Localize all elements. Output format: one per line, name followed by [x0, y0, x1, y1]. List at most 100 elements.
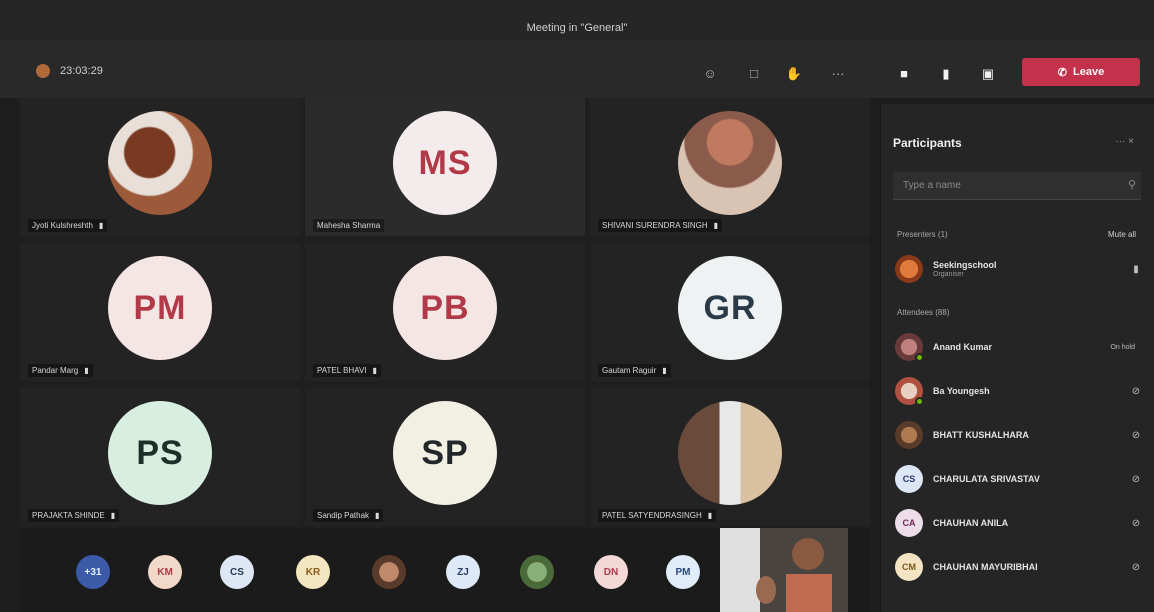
participant-tile[interactable]: PB PATEL BHAVI ▮ — [305, 243, 585, 381]
chat-icon[interactable]: □ — [744, 66, 764, 82]
mic-off-icon[interactable]: ⊘ — [1129, 518, 1143, 529]
participant-nameplate: SHIVANI SURENDRA SINGH ▮ — [598, 219, 723, 232]
status-dot-icon — [915, 397, 924, 406]
participant-nameplate: Gautam Raguir ▮ — [598, 364, 671, 377]
mic-icon: ▮ — [372, 366, 377, 375]
attendee-name: BHATT KUSHALHARA — [933, 430, 1029, 440]
presenters-section-label: Presenters (1) — [897, 230, 948, 239]
attendee-row[interactable]: CM CHAUHAN MAYURIBHAI ⊘ — [895, 550, 1143, 584]
participant-tile[interactable]: MS Mahesha Sharma — [305, 98, 585, 236]
participant-avatar: SP — [393, 401, 497, 505]
camera-icon[interactable]: ■ — [894, 66, 914, 82]
attendee-row[interactable]: Ba Youngesh ⊘ — [895, 374, 1143, 408]
meeting-timer: 23:03:29 — [36, 64, 103, 78]
participant-avatar: GR — [678, 256, 782, 360]
participant-strip: +31 KM CS KR ZJ DN PM — [20, 528, 870, 612]
participant-photo — [678, 111, 782, 215]
participant-photo — [678, 401, 782, 505]
participant-chip[interactable]: KR — [296, 555, 330, 589]
participant-chip[interactable]: ZJ — [446, 555, 480, 589]
mic-off-icon[interactable]: ⊘ — [1129, 562, 1143, 573]
participant-tile[interactable]: PS PRAJAKTA SHINDE ▮ — [20, 388, 300, 526]
presenter-role: Organiser — [933, 271, 964, 278]
people-icon[interactable]: ☺ — [700, 66, 720, 82]
timer-text: 23:03:29 — [60, 65, 103, 77]
mic-off-icon[interactable]: ⊘ — [1129, 386, 1143, 397]
participant-tile[interactable]: PATEL SATYENDRASINGH ▮ — [590, 388, 870, 526]
panel-title: Participants — [893, 136, 962, 150]
participant-nameplate: Sandip Pathak ▮ — [313, 509, 384, 522]
presenter-name: Seekingschool Organiser — [933, 260, 1129, 278]
attendee-name: CHAUHAN MAYURIBHAI — [933, 562, 1038, 572]
leave-button[interactable]: ✆ Leave — [1022, 58, 1140, 86]
participant-avatar — [895, 377, 924, 406]
presenter-row[interactable]: Seekingschool Organiser ▮ — [895, 252, 1143, 286]
participant-nameplate: PRAJAKTA SHINDE ▮ — [28, 509, 120, 522]
mic-icon: ▮ — [662, 366, 667, 375]
panel-actions[interactable]: ··· × — [1115, 136, 1134, 147]
attendee-name: Anand Kumar — [933, 342, 993, 352]
participant-nameplate: Mahesha Sharma — [313, 219, 385, 232]
participant-avatar: CA — [895, 509, 923, 537]
participant-chip[interactable]: KM — [148, 555, 182, 589]
mic-icon: ▮ — [713, 221, 719, 230]
search-icon: ⚲ — [1127, 179, 1136, 191]
participant-avatar: CM — [895, 553, 923, 581]
participant-search-input[interactable] — [893, 172, 1141, 200]
participant-avatar — [895, 421, 923, 449]
self-view-video[interactable] — [720, 528, 848, 612]
participant-chip[interactable]: PM — [666, 555, 700, 589]
participant-tile[interactable]: SP Sandip Pathak ▮ — [305, 388, 585, 526]
participants-panel: Participants ··· × ⚲ Presenters (1) Mute… — [880, 104, 1154, 612]
mic-icon: ▮ — [707, 511, 713, 520]
mic-icon[interactable]: ▮ — [1129, 264, 1143, 275]
attendee-name: CHAUHAN ANILA — [933, 518, 1009, 528]
participant-photo — [108, 111, 212, 215]
attendee-row[interactable]: CA CHAUHAN ANILA ⊘ — [895, 506, 1143, 540]
mic-icon: ▮ — [84, 366, 89, 375]
attendee-status-tag: On hold — [1110, 343, 1135, 351]
participant-nameplate: PATEL BHAVI ▮ — [313, 364, 381, 377]
mic-icon: ▮ — [375, 511, 380, 520]
participant-tile[interactable]: Jyoti Kulshreshth ▮ — [20, 98, 300, 236]
participant-chip[interactable] — [520, 555, 554, 589]
self-view-image — [720, 528, 848, 612]
more-icon[interactable]: ··· — [828, 66, 848, 82]
participant-avatar: PS — [108, 401, 212, 505]
mic-icon: ▮ — [98, 221, 104, 230]
recording-dot-icon — [36, 64, 50, 78]
mic-icon[interactable]: ▮ — [936, 66, 956, 82]
participant-avatar: MS — [393, 111, 497, 215]
mic-off-icon[interactable]: ⊘ — [1129, 474, 1143, 485]
participant-tile[interactable]: PM Pandar Marg ▮ — [20, 243, 300, 381]
mic-off-icon[interactable]: ⊘ — [1129, 430, 1143, 441]
participant-chip[interactable] — [372, 555, 406, 589]
participant-avatar — [895, 333, 924, 362]
participant-avatar — [895, 255, 923, 283]
mute-all-button[interactable]: Mute all — [1108, 230, 1136, 239]
participant-avatar: PB — [393, 256, 497, 360]
participant-chip[interactable]: CS — [220, 555, 254, 589]
attendee-row[interactable]: BHATT KUSHALHARA ⊘ — [895, 418, 1143, 452]
attendee-row[interactable]: Anand Kumar On hold — [895, 330, 1143, 364]
participant-tile[interactable]: SHIVANI SURENDRA SINGH ▮ — [590, 98, 870, 236]
meeting-controls-bar: 23:03:29 ☺ □ ✋ ··· ■ ▮ ▣ — [0, 40, 1154, 98]
participant-avatar: CS — [895, 465, 923, 493]
title-bar: Meeting in "General" — [0, 0, 1154, 40]
attendees-section-label: Attendees (88) — [897, 308, 950, 317]
attendee-name: Ba Youngesh — [933, 386, 990, 396]
participant-tile[interactable]: GR Gautam Raguir ▮ — [590, 243, 870, 381]
window-title: Meeting in "General" — [526, 22, 628, 34]
attendee-name: CHARULATA SRIVASTAV — [933, 474, 1040, 484]
share-icon[interactable]: ▣ — [978, 66, 998, 82]
participant-chip[interactable]: DN — [594, 555, 628, 589]
participant-nameplate: Jyoti Kulshreshth ▮ — [28, 219, 108, 232]
leave-label: Leave — [1073, 66, 1105, 78]
phone-icon: ✆ — [1057, 66, 1067, 79]
overflow-count-button[interactable]: +31 — [76, 555, 110, 589]
video-grid: Jyoti Kulshreshth ▮ MS Mahesha Sharma SHI… — [20, 98, 870, 528]
participant-nameplate: PATEL SATYENDRASINGH ▮ — [598, 509, 717, 522]
participant-avatar: PM — [108, 256, 212, 360]
hand-icon[interactable]: ✋ — [784, 66, 804, 82]
attendee-row[interactable]: CS CHARULATA SRIVASTAV ⊘ — [895, 462, 1143, 496]
